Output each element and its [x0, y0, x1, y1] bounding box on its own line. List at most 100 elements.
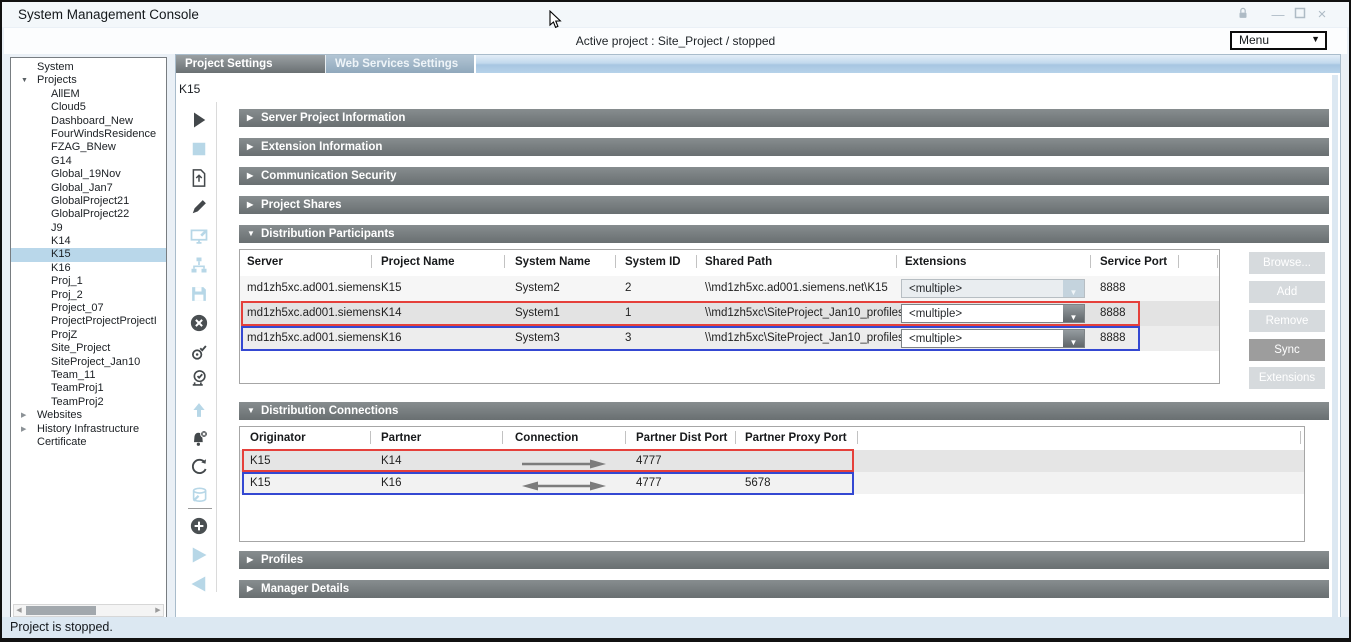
chevron-collapsed-icon: ▶ [247, 138, 253, 156]
tree-horizontal-scrollbar[interactable]: ◀ ▶ [13, 604, 164, 617]
tree-item-websites[interactable]: ▶Websites [11, 409, 166, 422]
network-settings-icon[interactable] [189, 255, 211, 277]
remove-button[interactable]: Remove [1249, 310, 1325, 332]
chevron-collapsed-icon[interactable]: ▶ [21, 409, 33, 422]
save-icon[interactable] [189, 284, 211, 306]
edit-history-db-icon[interactable] [189, 485, 211, 507]
col-partner-proxy-port[interactable]: Partner Proxy Port [745, 432, 847, 444]
connections-table: Originator Partner Connection Partner Di… [239, 426, 1305, 542]
col-shared-path[interactable]: Shared Path [705, 256, 772, 268]
start-project-icon[interactable] [189, 110, 211, 132]
scroll-left-icon[interactable]: ◀ [14, 605, 24, 616]
tree-item-project[interactable]: Project_07 [11, 302, 166, 315]
chevron-expanded-icon: ▼ [247, 402, 255, 420]
col-connection[interactable]: Connection [515, 432, 578, 444]
tree-item-projects[interactable]: ▼Projects [11, 74, 166, 87]
section-communication-security[interactable]: ▶Communication Security [239, 167, 1329, 185]
tab-project-settings[interactable]: Project Settings [176, 55, 325, 73]
close-button[interactable]: × [1313, 6, 1331, 24]
tree-item-project[interactable]: SiteProject_Jan10 [11, 356, 166, 369]
chevron-down-icon: ▼ [1070, 338, 1078, 347]
chevron-expanded-icon[interactable]: ▼ [21, 74, 33, 87]
browse-button[interactable]: Browse... [1249, 252, 1325, 274]
add-button[interactable]: Add [1249, 281, 1325, 303]
stop-project-icon[interactable] [189, 139, 211, 161]
extensions-dropdown[interactable]: <multiple>▼ [901, 279, 1085, 298]
tree-item-project-selected[interactable]: K15 [11, 248, 166, 261]
tree-item-project[interactable]: ProjZ [11, 329, 166, 342]
section-manager-details[interactable]: ▶Manager Details [239, 580, 1329, 598]
tree-item-project[interactable]: AllEM [11, 88, 166, 101]
participant-row[interactable]: md1zh5xc.ad001.siemens K16 System3 3 \\m… [240, 326, 1219, 351]
forward-icon[interactable] [189, 545, 211, 567]
tree-item-project[interactable]: Site_Project [11, 342, 166, 355]
col-partner[interactable]: Partner [381, 432, 421, 444]
col-extensions[interactable]: Extensions [905, 256, 966, 268]
tree-item-project[interactable]: GlobalProject21 [11, 195, 166, 208]
active-project-status: Active project : Site_Project / stopped [576, 34, 775, 48]
extensions-dropdown[interactable]: <multiple>▼ [901, 329, 1085, 348]
tree-item-project[interactable]: Global_Jan7 [11, 182, 166, 195]
certify-check-icon[interactable] [189, 368, 211, 390]
tree-item-project[interactable]: K14 [11, 235, 166, 248]
tree-item-project[interactable]: Dashboard_New [11, 115, 166, 128]
tree-item-certificate[interactable]: Certificate [11, 436, 166, 449]
participant-row[interactable]: md1zh5xc.ad001.siemens K15 System2 2 \\m… [240, 276, 1219, 301]
menu-dropdown[interactable]: Menu ▼ [1230, 31, 1327, 50]
tree-item-project[interactable]: Proj_1 [11, 275, 166, 288]
tree-item-project[interactable]: ProjectProjectProjectI [11, 315, 166, 328]
tree-item-project[interactable]: Cloud5 [11, 101, 166, 114]
col-originator[interactable]: Originator [250, 432, 306, 444]
tab-web-services-settings[interactable]: Web Services Settings [325, 55, 474, 73]
chevron-collapsed-icon[interactable]: ▶ [21, 423, 33, 436]
back-icon[interactable] [189, 574, 211, 596]
refresh-icon[interactable] [189, 457, 211, 479]
scrollbar-thumb[interactable] [26, 606, 96, 615]
edit-monitor-icon[interactable] [189, 226, 211, 248]
col-project-name[interactable]: Project Name [381, 256, 455, 268]
maximize-button[interactable] [1291, 6, 1309, 24]
add-icon[interactable] [189, 516, 211, 538]
scroll-right-icon[interactable]: ▶ [153, 605, 163, 616]
connection-row[interactable]: K15 K14 4777 [240, 450, 1304, 472]
extensions-button[interactable]: Extensions [1249, 367, 1325, 389]
tree-item-project[interactable]: FZAG_BNew [11, 141, 166, 154]
section-server-project-information[interactable]: ▶Server Project Information [239, 109, 1329, 127]
section-project-shares[interactable]: ▶Project Shares [239, 196, 1329, 214]
tree-item-project[interactable]: TeamProj1 [11, 382, 166, 395]
tree-item-project[interactable]: Proj_2 [11, 289, 166, 302]
tree-item-history-infrastructure[interactable]: ▶History Infrastructure [11, 423, 166, 436]
mute-notifications-icon[interactable] [189, 429, 211, 451]
deactivate-icon[interactable] [189, 313, 211, 335]
tree-item-project[interactable]: Team_11 [11, 369, 166, 382]
sync-button[interactable]: Sync [1249, 339, 1325, 361]
tree-item-project[interactable]: GlobalProject22 [11, 208, 166, 221]
col-system-id[interactable]: System ID [625, 256, 681, 268]
tree-item-project[interactable]: Global_19Nov [11, 168, 166, 181]
tree-item-project[interactable]: TeamProj2 [11, 396, 166, 409]
section-distribution-connections[interactable]: ▼Distribution Connections [239, 402, 1329, 420]
restore-project-icon[interactable] [189, 168, 211, 190]
section-extension-information[interactable]: ▶Extension Information [239, 138, 1329, 156]
extensions-dropdown[interactable]: <multiple>▼ [901, 304, 1085, 323]
tree-item-project[interactable]: G14 [11, 155, 166, 168]
activate-pen-icon[interactable] [189, 197, 211, 219]
participant-row[interactable]: md1zh5xc.ad001.siemens K14 System1 1 \\m… [240, 301, 1219, 326]
connection-row[interactable]: K15 K16 4777 5678 [240, 472, 1304, 494]
validate-settings-icon[interactable] [189, 342, 211, 364]
tree-item-project[interactable]: J9 [11, 222, 166, 235]
tree-item-system[interactable]: System [11, 61, 166, 74]
col-service-port[interactable]: Service Port [1100, 256, 1167, 268]
chevron-down-icon: ▼ [1311, 34, 1320, 44]
window-title: System Management Console [18, 2, 199, 28]
section-profiles[interactable]: ▶Profiles [239, 551, 1329, 569]
col-server[interactable]: Server [247, 256, 283, 268]
tree-item-project[interactable]: FourWindsResidence [11, 128, 166, 141]
tree-item-project[interactable]: K16 [11, 262, 166, 275]
col-partner-dist-port[interactable]: Partner Dist Port [636, 432, 727, 444]
upgrade-arrow-icon[interactable] [189, 400, 211, 422]
main-scrollbar[interactable] [1332, 75, 1338, 617]
section-distribution-participants[interactable]: ▼Distribution Participants [239, 225, 1329, 243]
minimize-button[interactable]: — [1269, 6, 1287, 24]
col-system-name[interactable]: System Name [515, 256, 590, 268]
